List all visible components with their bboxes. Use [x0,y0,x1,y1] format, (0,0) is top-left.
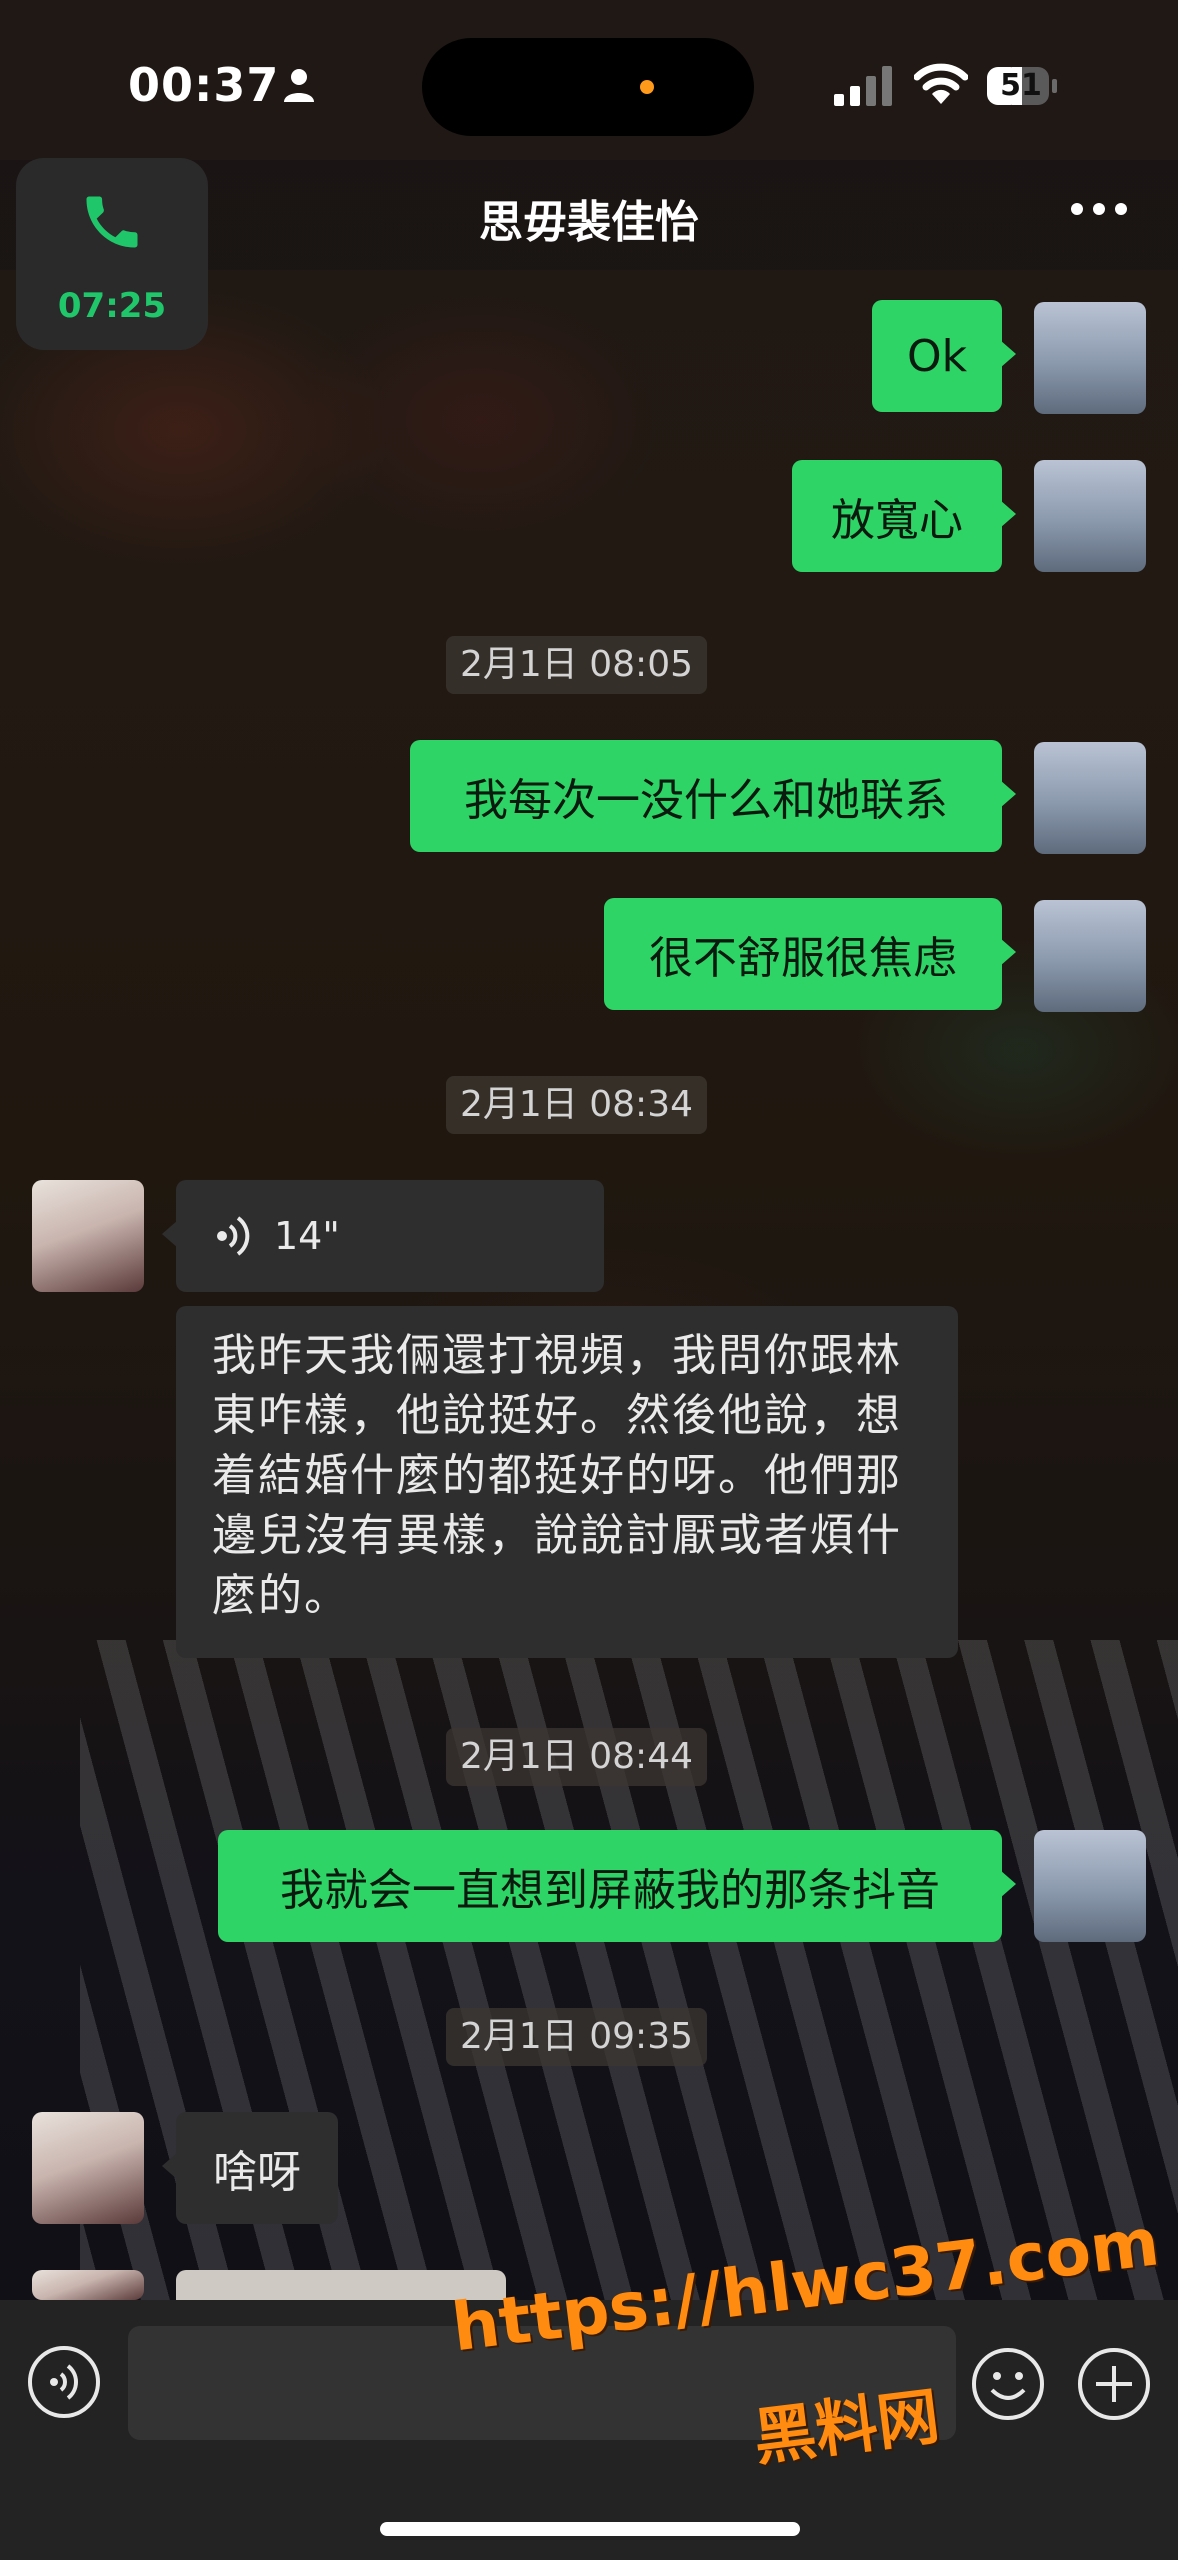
message-timestamp: 2月1日 08:34 [446,1076,707,1134]
emoji-icon[interactable] [970,2346,1046,2422]
status-bar: 00:37 51 [0,0,1178,160]
message-bubble-sent[interactable]: Ok [872,300,1016,412]
wifi-icon [914,63,968,104]
phone-icon [86,196,138,248]
message-bubble-sent[interactable]: 很不舒服很焦虑 [604,898,1016,1010]
message-text: 很不舒服很焦虑 [649,933,957,984]
transcript-line: 我昨天我倆還打視頻，我問你跟林 [212,1330,902,1381]
message-bubble-sent[interactable]: 我每次一没什么和她联系 [410,740,1016,852]
transcript-line: 麼的。 [212,1570,350,1621]
transcript-line: 邊兒沒有異樣，說說討厭或者煩什 [212,1510,902,1561]
contact-avatar[interactable] [32,2270,144,2300]
contact-avatar[interactable] [32,1180,144,1292]
person-icon [284,69,314,102]
message-text: Ok [906,330,968,382]
voice-wave-icon [217,1216,250,1256]
message-bubble-sent[interactable]: 我就会一直想到屏蔽我的那条抖音 [218,1830,1016,1942]
privacy-indicator-icon [640,80,654,94]
voice-input-button[interactable] [28,2346,100,2418]
message-text: 放寬心 [831,495,963,546]
my-avatar[interactable] [1034,302,1146,414]
cellular-signal-icon [834,66,892,106]
message-text: 我就会一直想到屏蔽我的那条抖音 [280,1865,940,1916]
home-indicator[interactable] [380,2522,800,2536]
voice-wave-icon [50,2364,78,2400]
message-bubble-sent[interactable]: 放寬心 [792,460,1016,572]
message-text: 啥呀 [213,2147,301,2198]
dynamic-island [422,38,754,136]
my-avatar[interactable] [1034,742,1146,854]
voice-transcript-bubble[interactable]: 我昨天我倆還打視頻，我問你跟林 東咋樣，他說挺好。然後他說，想 着結婚什麼的都挺… [176,1306,958,1658]
message-timestamp: 2月1日 08:05 [446,636,707,694]
contact-avatar[interactable] [32,2112,144,2224]
message-text: 我每次一没什么和她联系 [464,775,948,826]
my-avatar[interactable] [1034,460,1146,572]
message-timestamp: 2月1日 09:35 [446,2008,707,2066]
voice-message-bubble[interactable]: 14" [162,1180,604,1292]
add-attachment-icon[interactable] [1076,2346,1152,2422]
my-avatar[interactable] [1034,1830,1146,1942]
transcript-line: 東咋樣，他說挺好。然後他說，想 [212,1390,902,1441]
message-timestamp: 2月1日 08:44 [446,1728,707,1786]
transcript-line: 着結婚什麼的都挺好的呀。他們那 [212,1450,902,1501]
transcript-text: 我昨天我倆還打視頻，我問你跟林 東咋樣，他說挺好。然後他說，想 着結婚什麼的都挺… [176,1306,958,1626]
call-timer: 07:25 [57,286,167,326]
battery-level: 51 [1000,68,1042,103]
message-bubble-received[interactable]: 啥呀 [162,2112,338,2224]
voice-duration: 14" [274,1214,340,1258]
my-avatar[interactable] [1034,900,1146,1012]
status-time: 00:37 [128,58,280,112]
more-options-icon[interactable] [1070,202,1128,216]
